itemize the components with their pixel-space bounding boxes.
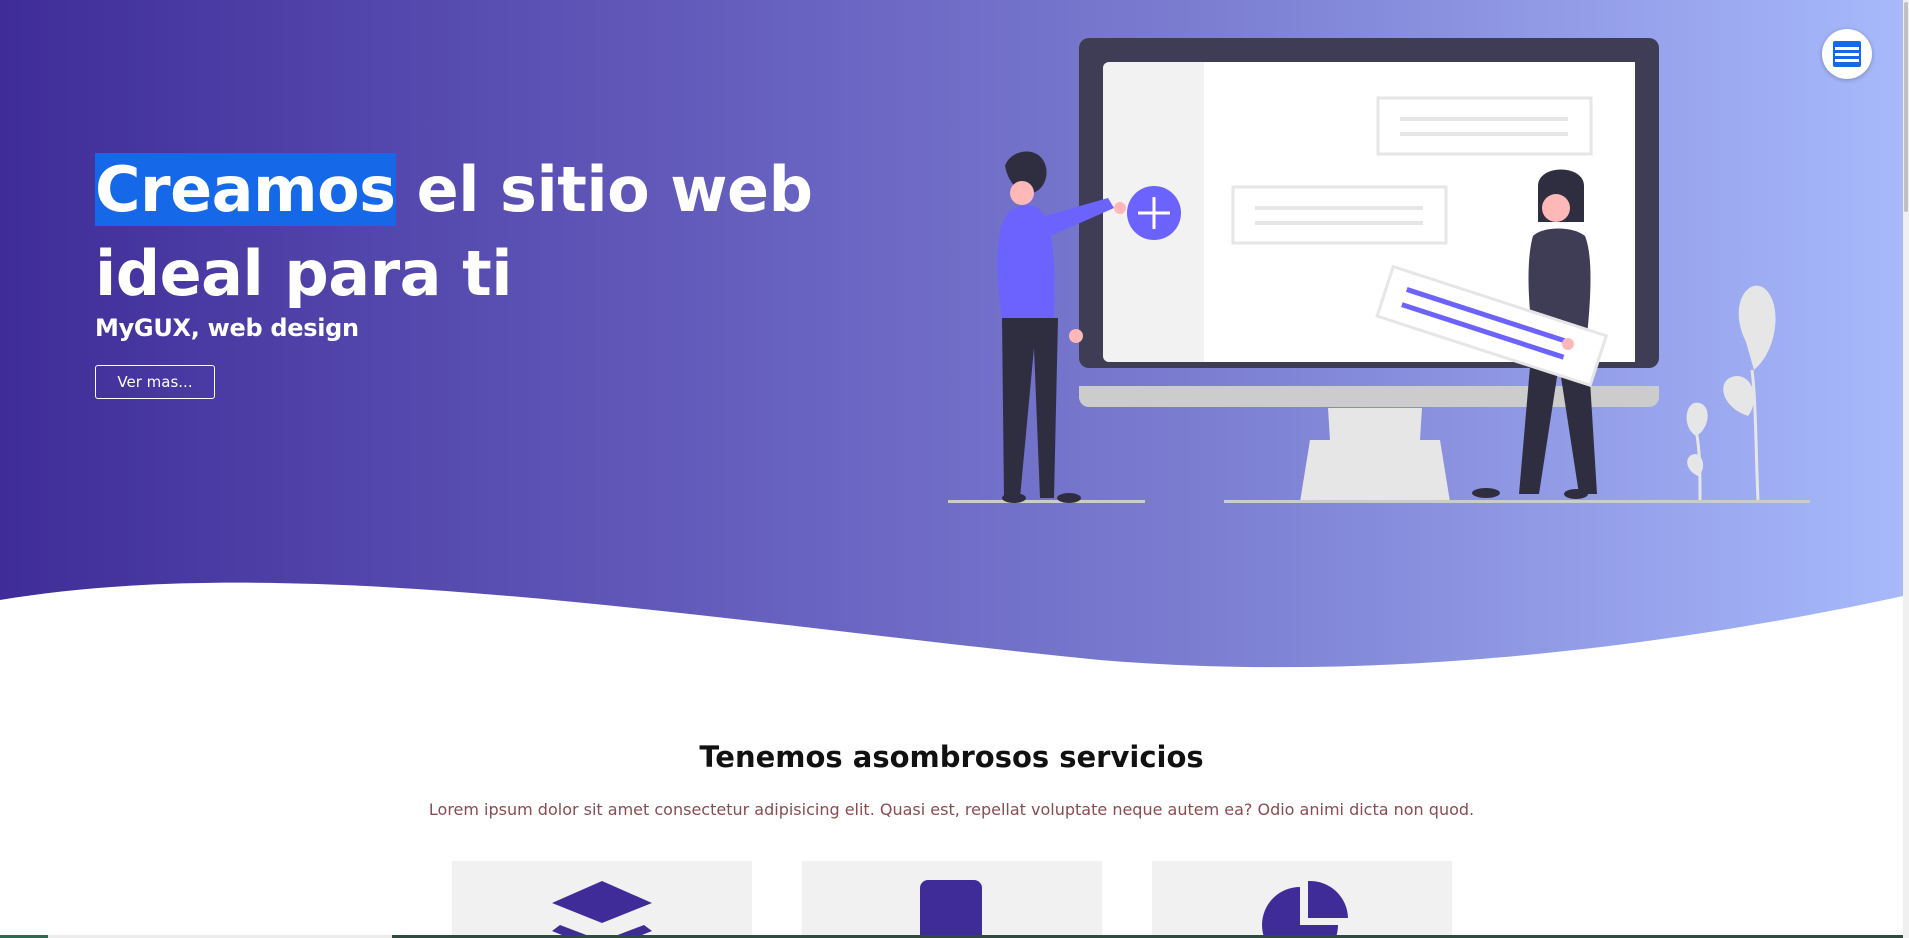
hero-subtitle: MyGUX, web design (95, 314, 359, 342)
service-card-3[interactable] (1152, 861, 1452, 938)
hero-title: Creamos el sitio web ideal para ti (95, 148, 955, 316)
hero-title-highlight: Creamos (95, 153, 396, 226)
ver-mas-button[interactable]: Ver mas... (95, 365, 215, 399)
scrollbar-thumb[interactable] (1904, 2, 1908, 212)
service-card-1[interactable] (452, 861, 752, 938)
hero-section: Creamos el sitio web ideal para ti MyGUX… (0, 0, 1903, 680)
services-title: Tenemos asombrosos servicios (699, 740, 1204, 774)
services-description: Lorem ipsum dolor sit amet consectetur a… (428, 800, 1475, 819)
menu-toggle-button[interactable] (1822, 29, 1872, 79)
hero-wave-divider (0, 582, 1903, 680)
hamburger-menu-icon (1833, 41, 1861, 67)
layers-icon (552, 881, 652, 938)
pie-chart-icon (1262, 880, 1348, 938)
mobile-icon (920, 880, 982, 938)
service-card-2[interactable] (802, 861, 1102, 938)
hero-illustration (948, 38, 1810, 503)
